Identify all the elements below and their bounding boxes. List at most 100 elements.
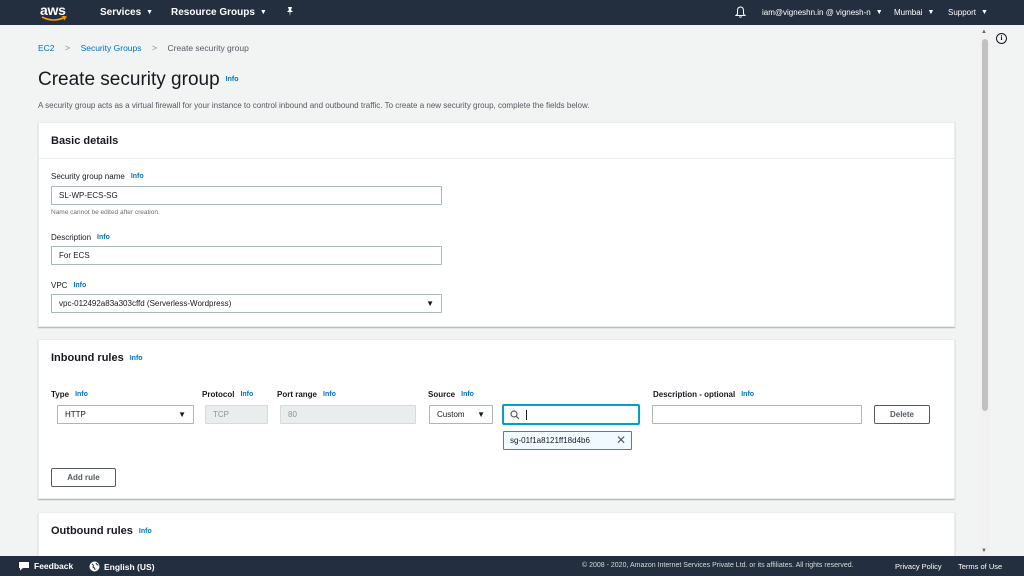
vpc-label: VPC Info: [51, 281, 86, 290]
language-selector[interactable]: English (US): [89, 561, 155, 572]
basic-details-panel: Basic details Security group name Info SL…: [38, 122, 955, 327]
description-label-text: Description: [51, 233, 92, 242]
basic-details-header: Basic details: [39, 123, 954, 159]
security-group-name-input[interactable]: SL-WP-ECS-SG: [51, 186, 442, 205]
account-menu[interactable]: iam@vigneshn.in @ vignesh-n ▼: [762, 8, 883, 17]
bell-icon[interactable]: [734, 6, 747, 21]
privacy-policy-link[interactable]: Privacy Policy: [895, 562, 942, 571]
close-icon[interactable]: ✕: [616, 433, 626, 447]
account-label: iam@vigneshn.in @ vignesh-n: [762, 8, 871, 17]
language-label: English (US): [104, 562, 155, 572]
breadcrumb-ec2[interactable]: EC2: [38, 43, 55, 53]
scrollbar-thumb[interactable]: [982, 39, 988, 411]
vpc-info-link[interactable]: Info: [73, 282, 86, 289]
source-search-input[interactable]: [503, 405, 639, 424]
pin-icon[interactable]: [285, 6, 295, 20]
inbound-rules-title: Inbound rules: [51, 352, 124, 364]
outbound-rules-title: Outbound rules: [51, 525, 133, 537]
outbound-rules-header: Outbound rules Info: [39, 513, 954, 549]
feedback-icon: [19, 562, 29, 571]
description-info-link[interactable]: Info: [97, 234, 110, 241]
source-column-header: Source Info: [428, 390, 474, 399]
security-group-name-info-link[interactable]: Info: [131, 173, 144, 180]
security-group-name-label-text: Security group name: [51, 172, 125, 181]
type-column-header: Type Info: [51, 390, 88, 399]
scroll-up-arrow-icon[interactable]: ▲: [981, 29, 987, 35]
breadcrumb-current: Create security group: [167, 43, 249, 53]
copyright-text: © 2008 - 2020, Amazon Internet Services …: [582, 562, 854, 569]
description-column-label: Description - optional: [653, 390, 736, 399]
page-title-text: Create security group: [38, 69, 220, 90]
source-column-label: Source: [428, 390, 456, 399]
region-label: Mumbai: [894, 8, 923, 17]
chevron-down-icon: ▼: [875, 9, 883, 16]
add-rule-button[interactable]: Add rule: [51, 468, 116, 487]
description-input[interactable]: For ECS: [51, 246, 442, 265]
breadcrumb-security-groups[interactable]: Security Groups: [81, 43, 142, 53]
source-token: sg-01f1a8121ff18d4b6 ✕: [503, 431, 632, 450]
rule-description-input[interactable]: [652, 405, 862, 424]
port-range-column-label: Port range: [277, 390, 318, 399]
footer-bar: Feedback English (US) © 2008 - 2020, Ama…: [0, 556, 1024, 576]
rule-type-value: HTTP: [65, 410, 86, 419]
security-group-name-hint: Name cannot be edited after creation.: [51, 209, 160, 216]
source-token-label: sg-01f1a8121ff18d4b6: [510, 436, 590, 445]
support-menu[interactable]: Support ▼: [948, 8, 988, 17]
rule-source-value: Custom: [437, 410, 465, 419]
support-label: Support: [948, 8, 977, 17]
security-group-name-label: Security group name Info: [51, 172, 144, 181]
outbound-rules-panel: Outbound rules Info: [38, 512, 955, 556]
port-range-column-header: Port range Info: [277, 390, 336, 399]
resource-groups-menu[interactable]: Resource Groups ▼: [171, 7, 267, 18]
chevron-down-icon: ▼: [927, 9, 935, 16]
type-info-link[interactable]: Info: [75, 391, 88, 398]
delete-rule-button[interactable]: Delete: [874, 405, 930, 424]
chevron-down-icon: ▼: [259, 9, 267, 16]
outbound-rules-info-link[interactable]: Info: [139, 528, 152, 535]
scroll-down-arrow-icon[interactable]: ▼: [981, 548, 987, 554]
protocol-info-link[interactable]: Info: [240, 391, 253, 398]
rule-source-select[interactable]: Custom ▼: [429, 405, 493, 424]
feedback-label: Feedback: [34, 561, 74, 571]
vpc-label-text: VPC: [51, 281, 68, 290]
chevron-down-icon: ▼: [981, 9, 988, 16]
region-menu[interactable]: Mumbai ▼: [894, 8, 934, 17]
rule-port-range-input: 80: [280, 405, 416, 424]
services-label: Services: [100, 7, 142, 18]
page-title: Create security group Info: [38, 69, 238, 91]
page-description: A security group acts as a virtual firew…: [38, 101, 590, 110]
inbound-rules-info-link[interactable]: Info: [130, 355, 143, 362]
chevron-right-icon: >: [64, 43, 71, 53]
feedback-link[interactable]: Feedback: [18, 561, 73, 571]
page-scrollbar[interactable]: ▲ ▼: [980, 25, 990, 556]
top-navigation-bar: aws Services ▼ Resource Groups ▼ iam@vigne…: [0, 0, 1024, 25]
rule-protocol-input: TCP: [205, 405, 268, 424]
type-column-label: Type: [51, 390, 70, 399]
description-column-header: Description - optional Info: [653, 390, 754, 399]
breadcrumb: EC2 > Security Groups > Create security …: [38, 43, 249, 53]
protocol-column-header: Protocol Info: [202, 390, 253, 399]
caret-down-icon: ▼: [426, 299, 434, 308]
page-title-info-link[interactable]: Info: [226, 76, 239, 83]
chevron-right-icon: >: [151, 43, 158, 53]
text-cursor: [526, 410, 527, 420]
resource-groups-label: Resource Groups: [171, 7, 255, 18]
port-range-info-link[interactable]: Info: [323, 391, 336, 398]
search-icon: [510, 410, 520, 420]
inbound-rules-panel: Inbound rules Info Type Info Protocol Info …: [38, 339, 955, 499]
aws-logo[interactable]: aws: [38, 2, 68, 22]
globe-icon: [89, 561, 100, 572]
inbound-rules-header: Inbound rules Info: [39, 340, 954, 376]
terms-of-use-link[interactable]: Terms of Use: [958, 562, 1002, 571]
description-column-info-link[interactable]: Info: [741, 391, 754, 398]
caret-down-icon: ▼: [178, 410, 186, 419]
source-info-link[interactable]: Info: [461, 391, 474, 398]
description-label: Description Info: [51, 233, 110, 242]
chevron-down-icon: ▼: [146, 9, 154, 16]
vpc-select[interactable]: vpc-012492a83a303cffd (Serverless-Wordpr…: [51, 294, 442, 313]
caret-down-icon: ▼: [477, 410, 485, 419]
aws-smile-icon: [41, 16, 67, 21]
vpc-select-value: vpc-012492a83a303cffd (Serverless-Wordpr…: [59, 299, 232, 308]
services-menu[interactable]: Services ▼: [100, 7, 153, 18]
rule-type-select[interactable]: HTTP ▼: [57, 405, 194, 424]
